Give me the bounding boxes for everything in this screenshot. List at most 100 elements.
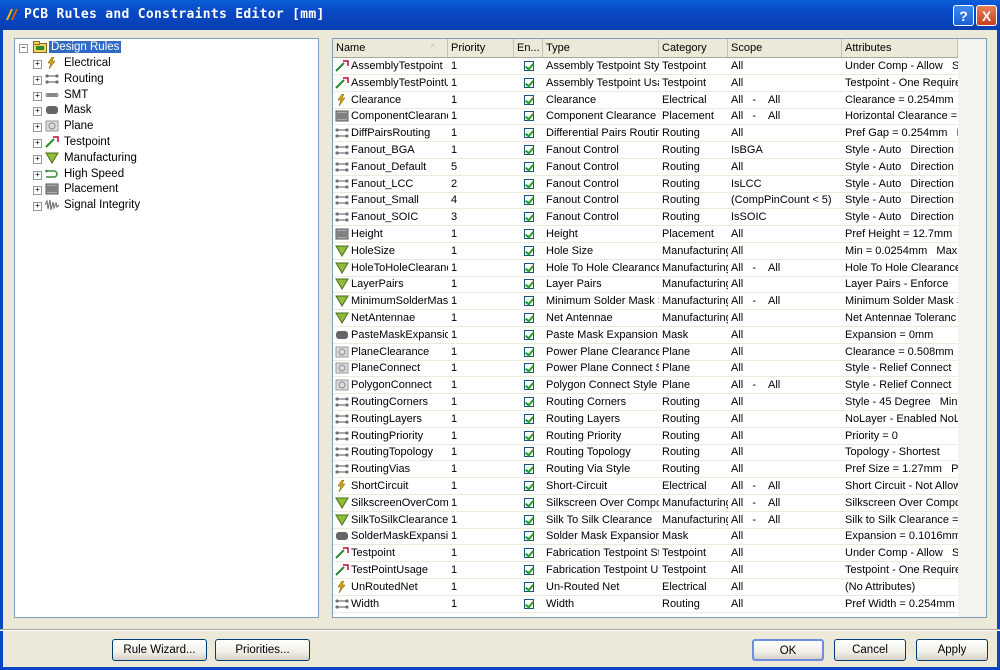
table-row[interactable]: RoutingPriority 1 Routing Priority Routing A… — [333, 428, 958, 445]
table-row[interactable]: ComponentClearanc 1 Component Clearance Pla… — [333, 108, 958, 126]
column-header-type[interactable]: Type — [543, 39, 659, 57]
rule-type: Un-Routed Net — [546, 580, 620, 593]
enabled-checkbox[interactable] — [524, 581, 534, 592]
expand-icon[interactable]: + — [33, 75, 42, 85]
table-row[interactable]: AssemblyTestPointU 1 Assembly Testpoint Us… — [333, 75, 958, 92]
table-row[interactable]: Fanout_Small 4 Fanout Control Routing (CompP… — [333, 192, 958, 210]
enabled-checkbox[interactable] — [524, 363, 534, 374]
enabled-checkbox[interactable] — [524, 111, 534, 122]
expand-icon[interactable]: + — [33, 91, 42, 101]
enabled-checkbox[interactable] — [524, 481, 534, 491]
cancel-button[interactable]: Cancel — [834, 639, 906, 661]
expand-icon[interactable]: + — [33, 123, 42, 133]
enabled-checkbox[interactable] — [524, 514, 534, 525]
priorities-button[interactable]: Priorities... — [215, 639, 310, 661]
enabled-checkbox[interactable] — [524, 329, 534, 340]
enabled-checkbox[interactable] — [524, 279, 534, 290]
table-row[interactable]: Width 1 Width Routing All Pref Width = 0.254m… — [333, 596, 958, 613]
table-row[interactable]: DiffPairsRouting 1 Differential Pairs Rout… — [333, 125, 958, 143]
apply-button[interactable]: Apply — [916, 639, 988, 661]
table-row[interactable]: PlaneClearance 1 Power Plane Clearance Plan… — [333, 344, 958, 361]
expand-icon[interactable]: + — [33, 139, 42, 148]
enabled-checkbox[interactable] — [524, 346, 534, 357]
column-header-category[interactable]: Category — [659, 39, 728, 57]
table-row[interactable]: UnRoutedNet 1 Un-Routed Net Electrical All (N… — [333, 579, 958, 596]
column-header-scope[interactable]: Scope — [728, 39, 842, 57]
table-row[interactable]: RoutingTopology 1 Routing Topology Routing A… — [333, 444, 958, 462]
enabled-checkbox[interactable] — [524, 61, 534, 71]
enabled-checkbox[interactable] — [524, 296, 534, 307]
table-row[interactable]: SilkscreenOverComp 1 Silkscreen Over Compo… — [333, 495, 958, 512]
table-row[interactable]: AssemblyTestpoint 1 Assembly Testpoint Sty… — [333, 58, 958, 75]
enabled-checkbox[interactable] — [524, 430, 534, 441]
enabled-checkbox[interactable] — [524, 497, 534, 508]
close-button[interactable]: X — [976, 5, 997, 26]
expand-icon[interactable]: + — [33, 154, 42, 164]
table-row[interactable]: Height 1 Height Placement All Pref Height = 1… — [333, 226, 958, 243]
table-row[interactable]: PolygonConnect 1 Polygon Connect Style Plan… — [333, 377, 958, 395]
table-row[interactable]: Fanout_LCC 2 Fanout Control Routing IsLCC Sty… — [333, 176, 958, 193]
enabled-checkbox[interactable] — [524, 145, 534, 155]
enabled-checkbox[interactable] — [524, 313, 534, 323]
rule-category: Routing — [662, 127, 700, 140]
help-button[interactable]: ? — [953, 5, 974, 26]
table-row[interactable]: SilkToSilkClearance 1 Silk To Silk Clearan… — [333, 512, 958, 529]
expand-icon[interactable]: + — [33, 107, 42, 117]
expand-icon[interactable]: + — [33, 186, 42, 196]
column-header-enabled[interactable]: En... — [514, 39, 543, 57]
rule-name: SolderMaskExpansic — [351, 530, 448, 543]
rule-wizard-button[interactable]: Rule Wizard... — [112, 639, 207, 661]
enabled-checkbox[interactable] — [524, 447, 534, 458]
table-row[interactable]: MinimumSolderMask 1 Minimum Solder Mask SM… — [333, 293, 958, 311]
column-header-name[interactable]: Name ^ — [333, 39, 448, 57]
enabled-checkbox[interactable] — [524, 262, 534, 273]
enabled-checkbox[interactable] — [524, 245, 534, 256]
enabled-checkbox[interactable] — [524, 229, 534, 239]
table-row[interactable]: Fanout_BGA 1 Fanout Control Routing IsBGA Sty… — [333, 142, 958, 159]
enabled-checkbox[interactable] — [524, 128, 534, 139]
expand-icon[interactable]: + — [33, 60, 42, 69]
enabled-checkbox[interactable] — [524, 161, 534, 172]
expand-icon[interactable]: + — [33, 170, 42, 180]
manufacturing-icon — [335, 295, 349, 308]
enabled-checkbox[interactable] — [524, 565, 534, 575]
enabled-checkbox[interactable] — [524, 380, 534, 391]
enabled-checkbox[interactable] — [524, 77, 534, 88]
table-row[interactable]: RoutingLayers 1 Routing Layers Routing All No… — [333, 411, 958, 428]
table-row[interactable]: Fanout_Default 5 Fanout Control Routing All S… — [333, 159, 958, 176]
rule-priority: 1 — [451, 429, 458, 442]
column-header-attributes[interactable]: Attributes — [842, 39, 958, 57]
rule-scope-second — [768, 344, 808, 361]
enabled-checkbox[interactable] — [524, 413, 534, 424]
table-row[interactable]: PasteMaskExpansio 1 Paste Mask Expansion Ma… — [333, 327, 958, 344]
table-row[interactable]: LayerPairs 1 Layer Pairs Manufacturing All La… — [333, 276, 958, 294]
enabled-checkbox[interactable] — [524, 212, 534, 223]
table-row[interactable]: RoutingCorners 1 Routing Corners Routing All… — [333, 394, 958, 411]
table-row[interactable]: NetAntennae 1 Net Antennae Manufacturing All… — [333, 310, 958, 327]
ok-button[interactable]: OK — [752, 639, 824, 661]
rule-category: Mask — [662, 328, 689, 341]
rules-table[interactable]: Name ^ Priority En... Type Category Scop… — [332, 38, 987, 618]
table-row[interactable]: PlaneConnect 1 Power Plane Connect S Plane A… — [333, 360, 958, 378]
table-row[interactable]: HoleSize 1 Hole Size Manufacturing All Min = … — [333, 243, 958, 260]
column-header-priority[interactable]: Priority — [448, 39, 514, 57]
enabled-checkbox[interactable] — [524, 195, 534, 206]
table-row[interactable]: Clearance 1 Clearance Electrical All - All Cle… — [333, 92, 958, 109]
rules-tree[interactable]: − Design Rules + Electrical + Routing + SMT + M… — [14, 38, 319, 618]
table-row[interactable]: Fanout_SOIC 3 Fanout Control Routing IsSOIC S… — [333, 209, 958, 227]
enabled-checkbox[interactable] — [524, 464, 534, 475]
table-row[interactable]: TestPointUsage 1 Fabrication Testpoint U: T… — [333, 562, 958, 579]
table-row[interactable]: ShortCircuit 1 Short-Circuit Electrical All … — [333, 478, 958, 495]
enabled-checkbox[interactable] — [524, 397, 534, 407]
enabled-checkbox[interactable] — [524, 598, 534, 609]
collapse-icon[interactable]: − — [19, 44, 28, 53]
table-row[interactable]: HoleToHoleClearanc 1 Hole To Hole Clearanc… — [333, 260, 958, 277]
enabled-checkbox[interactable] — [524, 178, 534, 189]
table-row[interactable]: RoutingVias 1 Routing Via Style Routing All P… — [333, 461, 958, 479]
enabled-checkbox[interactable] — [524, 94, 534, 105]
enabled-checkbox[interactable] — [524, 548, 534, 559]
table-row[interactable]: Testpoint 1 Fabrication Testpoint St Testpo… — [333, 545, 958, 563]
expand-icon[interactable]: + — [33, 202, 42, 212]
enabled-checkbox[interactable] — [524, 531, 534, 542]
table-row[interactable]: SolderMaskExpansic 1 Solder Mask Expansion… — [333, 528, 958, 546]
